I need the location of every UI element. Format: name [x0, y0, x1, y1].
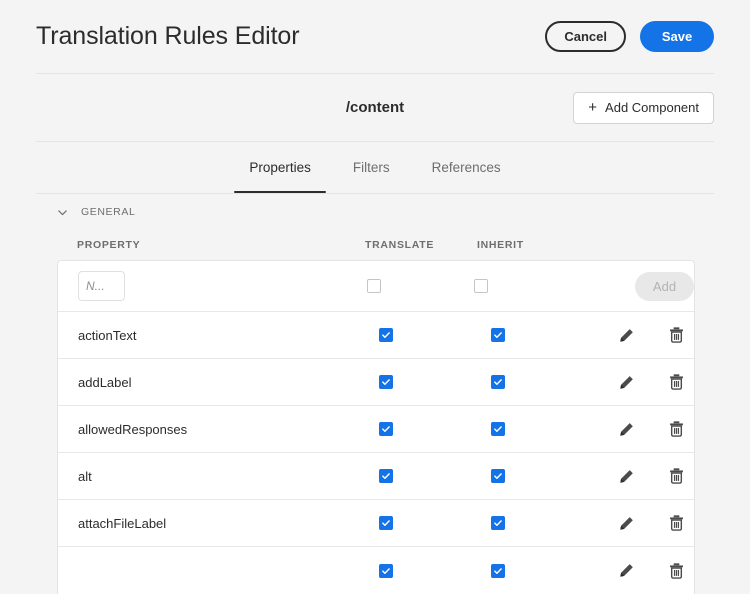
- property-name: attachFileLabel: [58, 516, 369, 531]
- inherit-checkbox[interactable]: [491, 422, 505, 436]
- edit-button[interactable]: [618, 421, 635, 438]
- plus-icon: +: [588, 100, 597, 115]
- new-row-add-cell: Add: [635, 272, 694, 301]
- edit-cell: [593, 327, 659, 344]
- inherit-checkbox[interactable]: [491, 328, 505, 342]
- delete-button[interactable]: [668, 420, 685, 438]
- inherit-cell: [481, 375, 593, 389]
- add-property-button[interactable]: Add: [635, 272, 694, 301]
- property-name: alt: [58, 469, 369, 484]
- translate-checkbox[interactable]: [379, 328, 393, 342]
- trash-icon: [668, 420, 685, 438]
- tab-references[interactable]: References: [411, 142, 522, 193]
- translate-cell: [369, 375, 481, 389]
- edit-cell: [593, 421, 659, 438]
- edit-button[interactable]: [618, 468, 635, 485]
- cancel-button[interactable]: Cancel: [545, 21, 626, 52]
- delete-cell: [659, 467, 694, 485]
- table-row-new: Add: [58, 261, 694, 312]
- add-component-button[interactable]: + Add Component: [573, 92, 714, 124]
- column-header-inherit: INHERIT: [477, 239, 750, 251]
- section-general[interactable]: GENERAL: [0, 194, 750, 230]
- pencil-icon: [618, 374, 635, 391]
- section-title: GENERAL: [81, 206, 135, 218]
- delete-cell: [659, 420, 694, 438]
- delete-cell: [659, 373, 694, 391]
- edit-cell: [593, 468, 659, 485]
- inherit-checkbox[interactable]: [474, 279, 488, 293]
- edit-cell: [593, 515, 659, 532]
- save-button[interactable]: Save: [640, 21, 714, 52]
- column-header-property: PROPERTY: [77, 239, 365, 251]
- trash-icon: [668, 514, 685, 532]
- translate-cell: [369, 422, 481, 436]
- delete-button[interactable]: [668, 514, 685, 532]
- tab-filters[interactable]: Filters: [332, 142, 411, 193]
- edit-button[interactable]: [618, 327, 635, 344]
- new-row-translate-cell: [357, 279, 465, 293]
- property-name: addLabel: [58, 375, 369, 390]
- translate-checkbox[interactable]: [379, 422, 393, 436]
- header-actions: Cancel Save: [545, 21, 714, 52]
- inherit-checkbox[interactable]: [491, 516, 505, 530]
- translate-cell: [369, 469, 481, 483]
- content-path: /content: [346, 99, 404, 116]
- translate-checkbox[interactable]: [379, 375, 393, 389]
- delete-button[interactable]: [668, 467, 685, 485]
- pencil-icon: [618, 327, 635, 344]
- table-row: attachFileLabel: [58, 500, 694, 547]
- inherit-cell: [481, 328, 593, 342]
- edit-cell: [593, 374, 659, 391]
- table-row: actionText: [58, 312, 694, 359]
- properties-table: Add actionText: [57, 260, 695, 594]
- page-title: Translation Rules Editor: [36, 24, 299, 49]
- inherit-cell: [481, 422, 593, 436]
- translate-checkbox[interactable]: [379, 469, 393, 483]
- property-name: allowedResponses: [58, 422, 369, 437]
- translate-cell: [369, 516, 481, 530]
- property-name: actionText: [58, 328, 369, 343]
- inherit-cell: [481, 516, 593, 530]
- pencil-icon: [618, 421, 635, 438]
- table-row: allowedResponses: [58, 406, 694, 453]
- inherit-checkbox[interactable]: [491, 375, 505, 389]
- translate-cell: [369, 328, 481, 342]
- inherit-checkbox[interactable]: [491, 469, 505, 483]
- delete-cell: [659, 514, 694, 532]
- inherit-cell: [481, 469, 593, 483]
- add-component-label: Add Component: [605, 100, 699, 115]
- trash-icon: [668, 373, 685, 391]
- column-header-translate: TRANSLATE: [365, 239, 477, 251]
- trash-icon: [668, 326, 685, 344]
- new-row-inherit-cell: [464, 279, 572, 293]
- tab-properties[interactable]: Properties: [228, 142, 332, 193]
- pencil-icon: [618, 515, 635, 532]
- table-row: addLabel: [58, 359, 694, 406]
- delete-cell: [659, 326, 694, 344]
- tab-bar: Properties Filters References: [0, 142, 750, 193]
- delete-button[interactable]: [668, 326, 685, 344]
- path-bar: /content + Add Component: [0, 74, 750, 141]
- table-column-headers: PROPERTY TRANSLATE INHERIT: [0, 230, 750, 260]
- edit-button[interactable]: [618, 515, 635, 532]
- translate-checkbox[interactable]: [367, 279, 381, 293]
- trash-icon: [668, 467, 685, 485]
- chevron-down-icon: [57, 207, 68, 218]
- delete-button[interactable]: [668, 373, 685, 391]
- new-row-name-cell: [58, 271, 357, 301]
- page-header: Translation Rules Editor Cancel Save: [0, 0, 750, 73]
- translate-checkbox[interactable]: [379, 516, 393, 530]
- edit-button[interactable]: [618, 374, 635, 391]
- pencil-icon: [618, 468, 635, 485]
- property-name-input[interactable]: [78, 271, 125, 301]
- table-row: alt: [58, 453, 694, 500]
